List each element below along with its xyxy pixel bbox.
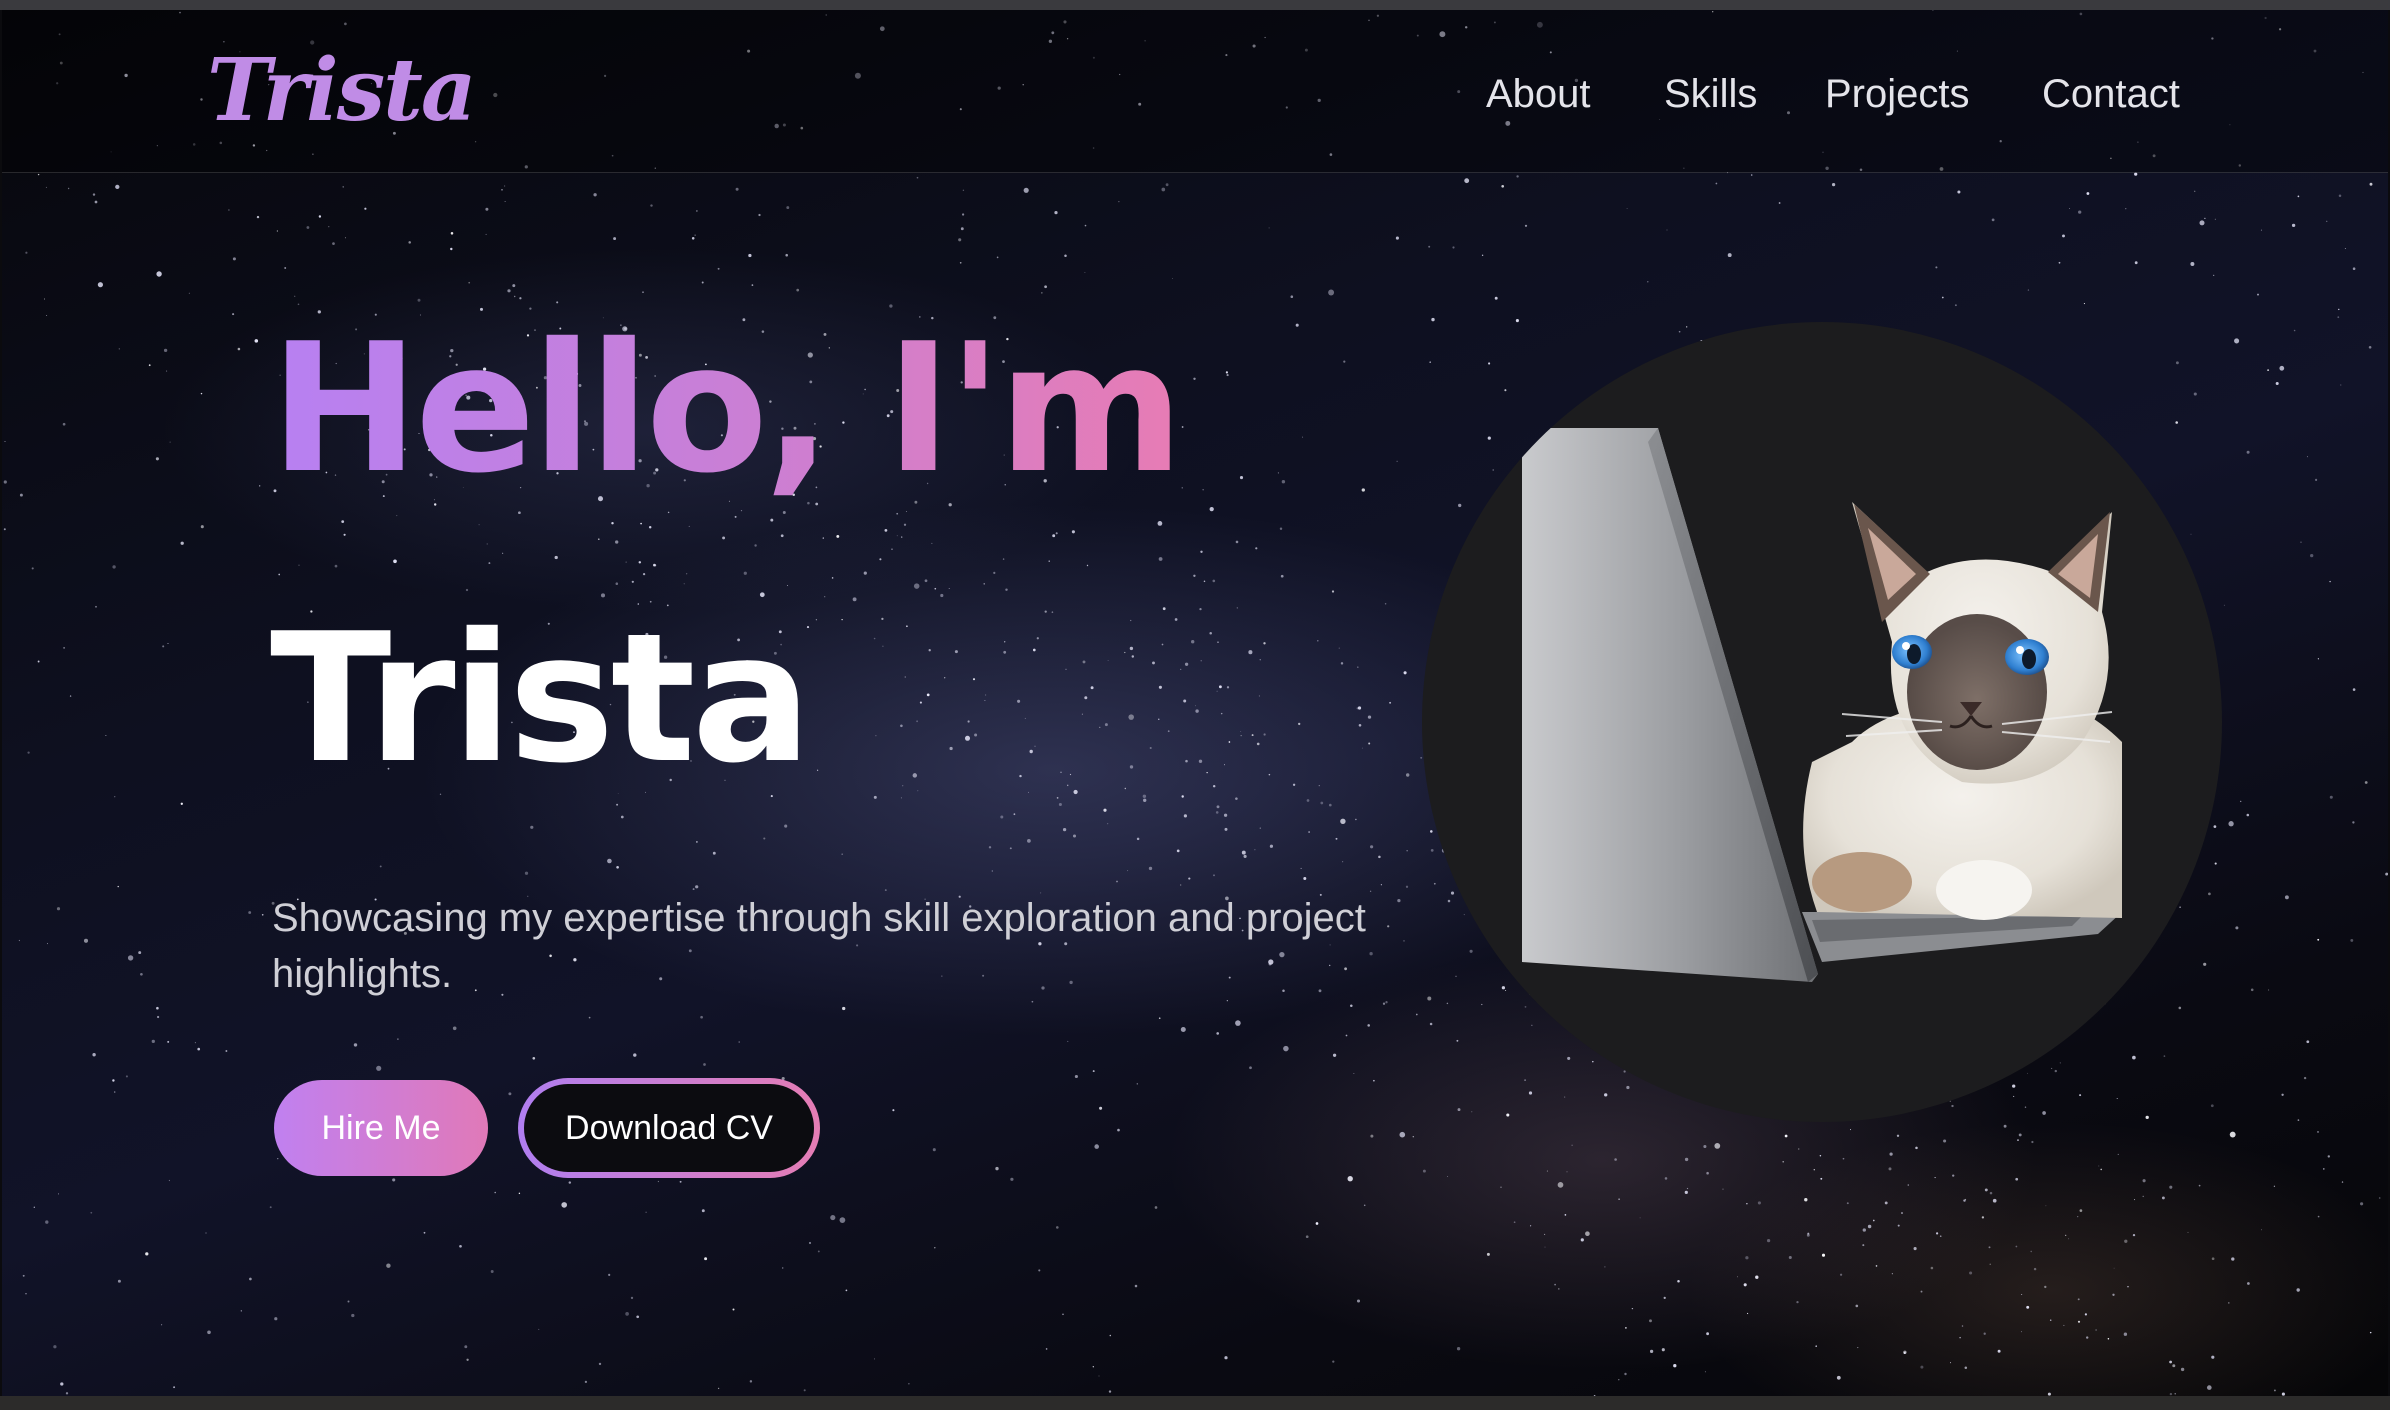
nav-skills[interactable]: Skills bbox=[1664, 72, 1757, 117]
portfolio-page: Trista About Skills Projects Contact Hel… bbox=[2, 10, 2388, 1396]
hire-me-button[interactable]: Hire Me bbox=[274, 1080, 488, 1176]
window-bottom-edge bbox=[0, 1396, 2390, 1410]
hero-greeting: Hello, I'm bbox=[270, 305, 1184, 512]
browser-viewport: Trista About Skills Projects Contact Hel… bbox=[0, 0, 2390, 1410]
hero-name: Trista bbox=[270, 595, 812, 802]
nav-about[interactable]: About bbox=[1486, 72, 1591, 117]
profile-avatar bbox=[1422, 322, 2222, 1122]
window-top-edge bbox=[0, 0, 2390, 10]
hero-description: Showcasing my expertise through skill ex… bbox=[272, 896, 1366, 996]
site-header: Trista About Skills Projects Contact bbox=[2, 10, 2388, 173]
download-cv-button[interactable]: Download CV bbox=[524, 1084, 814, 1172]
nav-projects[interactable]: Projects bbox=[1825, 72, 1970, 117]
download-cv-button-border: Download CV bbox=[518, 1078, 820, 1178]
nav-contact[interactable]: Contact bbox=[2042, 72, 2180, 117]
main-nav: About Skills Projects Contact bbox=[2, 72, 2388, 132]
cat-with-laptop-image bbox=[1522, 428, 2122, 982]
